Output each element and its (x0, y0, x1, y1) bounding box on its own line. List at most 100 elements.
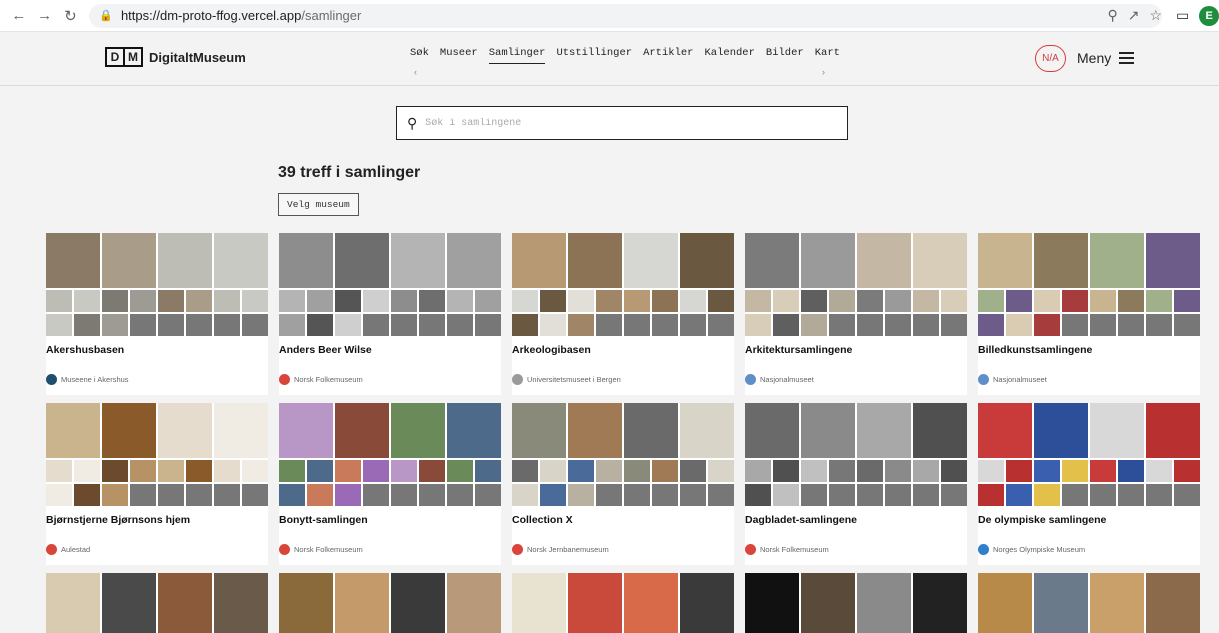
share-icon[interactable]: ↗ (1128, 7, 1140, 24)
thumbnail (680, 403, 734, 458)
collection-card[interactable]: Akershusbasen Museene i Akershus (46, 233, 268, 395)
thumbnail (596, 290, 622, 312)
collection-card[interactable]: Bjørnstjerne Bjørnsons hjem Aulestad (46, 403, 268, 565)
bookmark-star-icon[interactable]: ☆ (1149, 7, 1162, 24)
thumbnail (978, 314, 1004, 336)
back-icon[interactable]: ← (8, 5, 30, 27)
thumbnail (568, 403, 622, 458)
zoom-icon[interactable]: ⚲ (1107, 7, 1117, 24)
side-panel-icon[interactable]: ▭ (1176, 7, 1189, 24)
collection-title[interactable]: Anders Beer Wilse (279, 344, 372, 356)
collection-card[interactable] (279, 573, 501, 633)
search-input[interactable] (425, 117, 826, 129)
collection-museum[interactable]: Nasjonalmuseet (978, 374, 1047, 385)
results-heading: 39 treff i samlinger (278, 164, 421, 181)
collection-title[interactable]: Arkitektursamlingene (745, 344, 852, 356)
thumbnail (279, 484, 305, 506)
profile-avatar[interactable]: E (1199, 5, 1219, 26)
thumbnail (680, 573, 734, 633)
collection-thumbnail-mosaic (745, 403, 967, 506)
reload-icon[interactable]: ↻ (60, 5, 82, 27)
browser-toolbar: ← → ↻ 🔒 https://dm-proto-ffog.vercel.app… (0, 0, 1219, 32)
nav-scroll-right-icon[interactable]: › (822, 67, 825, 77)
thumbnail (46, 233, 100, 288)
collection-museum[interactable]: Nasjonalmuseet (745, 374, 814, 385)
collection-card[interactable] (512, 573, 734, 633)
thumbnail (186, 290, 212, 312)
thumbnail (74, 484, 100, 506)
thumbnail (242, 314, 268, 336)
thumbnail (307, 484, 333, 506)
collection-museum[interactable]: Norsk Jernbanemuseum (512, 544, 609, 555)
thumbnail (158, 573, 212, 633)
collection-museum[interactable]: Norges Olympiske Museum (978, 544, 1085, 555)
thumbnail (130, 290, 156, 312)
collection-card[interactable] (46, 573, 268, 633)
thumbnail (801, 460, 827, 482)
collection-museum[interactable]: Museene i Akershus (46, 374, 129, 385)
address-bar[interactable]: 🔒 https://dm-proto-ffog.vercel.app/samli… (89, 3, 1162, 28)
thumbnail (745, 460, 771, 482)
nav-scroll-left-icon[interactable]: ‹ (414, 67, 417, 77)
collection-card[interactable]: Arkeologibasen Universitetsmuseet i Berge… (512, 233, 734, 395)
thumbnail (596, 460, 622, 482)
menu-button[interactable]: Meny (1077, 50, 1135, 66)
collection-card[interactable]: Dagbladet-samlingene Norsk Folkemuseum (745, 403, 967, 565)
nav-samlinger[interactable]: Samlinger (488, 47, 546, 64)
thumbnail (1062, 314, 1088, 336)
thumbnail (475, 460, 501, 482)
collection-card[interactable]: Anders Beer Wilse Norsk Folkemuseum (279, 233, 501, 395)
thumbnail (391, 314, 417, 336)
collection-card[interactable]: Bonytt-samlingen Norsk Folkemuseum (279, 403, 501, 565)
collection-card[interactable]: Billedkunstsamlingene Nasjonalmuseet (978, 233, 1200, 395)
collection-title[interactable]: Billedkunstsamlingene (978, 344, 1092, 356)
nav-utstillinger[interactable]: Utstillinger (556, 47, 632, 64)
thumbnail (512, 484, 538, 506)
thumbnail (335, 233, 389, 288)
nav-bilder[interactable]: Bilder (766, 47, 804, 64)
nav-sok[interactable]: Søk (410, 47, 429, 64)
collection-thumbnail-mosaic (512, 403, 734, 506)
url-host: https://dm-proto-ffog.vercel.app (120, 8, 302, 23)
thumbnail (913, 460, 939, 482)
thumbnail (335, 460, 361, 482)
thumbnail (829, 484, 855, 506)
thumbnail (857, 233, 911, 288)
collection-thumbnail-mosaic (279, 233, 501, 336)
collection-museum[interactable]: Norsk Folkemuseum (279, 374, 363, 385)
museum-logo-icon (512, 374, 523, 385)
thumbnail (1118, 314, 1144, 336)
collection-museum[interactable]: Norsk Folkemuseum (745, 544, 829, 555)
collection-title[interactable]: Collection X (512, 514, 573, 526)
collection-museum[interactable]: Norsk Folkemuseum (279, 544, 363, 555)
collection-card[interactable] (978, 573, 1200, 633)
user-badge[interactable]: N/A (1035, 45, 1066, 72)
collection-title[interactable]: Dagbladet-samlingene (745, 514, 857, 526)
forward-icon[interactable]: → (34, 5, 56, 27)
nav-kart[interactable]: Kart (815, 47, 840, 64)
nav-artikler[interactable]: Artikler (643, 47, 693, 64)
thumbnail (512, 460, 538, 482)
nav-kalender[interactable]: Kalender (704, 47, 754, 64)
collection-card[interactable]: Collection X Norsk Jernbanemuseum (512, 403, 734, 565)
select-museum-button[interactable]: Velg museum (278, 193, 359, 216)
thumbnail (596, 484, 622, 506)
collection-card[interactable]: De olympiske samlingene Norges Olympiske … (978, 403, 1200, 565)
logo[interactable]: D M DigitaltMuseum (105, 47, 246, 67)
collection-title[interactable]: Bonytt-samlingen (279, 514, 368, 526)
collection-title[interactable]: De olympiske samlingene (978, 514, 1106, 526)
collection-card[interactable]: Arkitektursamlingene Nasjonalmuseet (745, 233, 967, 395)
collection-thumbnail-mosaic (512, 573, 734, 633)
thumbnail (46, 484, 72, 506)
thumbnail (447, 484, 473, 506)
collection-museum[interactable]: Aulestad (46, 544, 90, 555)
thumbnail (1118, 484, 1144, 506)
collection-title[interactable]: Akershusbasen (46, 344, 124, 356)
collection-card[interactable] (745, 573, 967, 633)
museum-logo-icon (46, 374, 57, 385)
collection-museum[interactable]: Universitetsmuseet i Bergen (512, 374, 621, 385)
nav-museer[interactable]: Museer (440, 47, 478, 64)
thumbnail (1034, 403, 1088, 458)
collection-title[interactable]: Arkeologibasen (512, 344, 591, 356)
collection-title[interactable]: Bjørnstjerne Bjørnsons hjem (46, 514, 190, 526)
